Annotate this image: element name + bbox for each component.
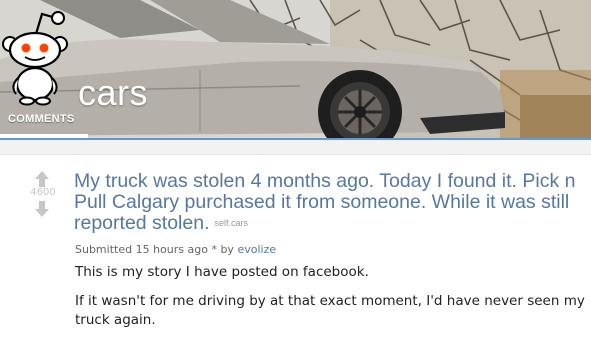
- selftext-paragraph: This is my story I have posted on facebo…: [75, 264, 369, 280]
- menu-strip: [0, 140, 591, 155]
- tagline-time: Submitted 15 hours ago: [75, 243, 208, 256]
- downvote-arrow-icon[interactable]: [35, 201, 49, 217]
- tagline-star: *: [211, 243, 217, 256]
- subreddit-header: cars COMMENTS: [0, 0, 591, 140]
- post-title-block: My truck was stolen 4 months ago. Today …: [74, 171, 584, 234]
- header-banner-image: [0, 0, 591, 140]
- post-tagline: Submitted 15 hours ago * by evolize: [75, 243, 276, 256]
- reddit-alien-icon[interactable]: [0, 6, 74, 106]
- post-domain[interactable]: self.cars: [215, 218, 249, 228]
- upvote-arrow-icon[interactable]: [35, 171, 49, 187]
- author-link[interactable]: evolize: [237, 243, 276, 256]
- vote-box: 4600: [24, 168, 62, 228]
- post-selftext: This is my story I have posted on facebo…: [75, 263, 585, 340]
- selftext-paragraph: If it wasn't for me driving by at that e…: [75, 293, 585, 328]
- tagline-by: by: [220, 243, 234, 256]
- tab-comments[interactable]: COMMENTS: [8, 113, 75, 125]
- post-title-link[interactable]: My truck was stolen 4 months ago. Today …: [74, 170, 575, 234]
- subreddit-name-link[interactable]: cars: [78, 72, 148, 114]
- score: 4600: [30, 187, 56, 198]
